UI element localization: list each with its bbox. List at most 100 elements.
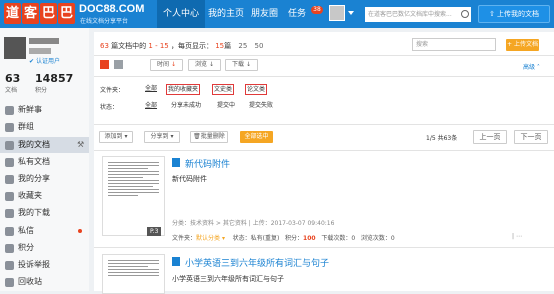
document-title-link[interactable]: 小学英语三到六年级所有词汇与句子 <box>185 256 329 269</box>
coin-icon <box>5 244 14 253</box>
word-doc-icon <box>172 158 180 167</box>
trash-icon <box>5 278 14 287</box>
arrow-down-icon: ↓ <box>169 61 176 68</box>
divider <box>94 150 554 151</box>
nav-friends[interactable]: 朋友圈 <box>245 0 284 28</box>
wrench-icon[interactable]: ⚒ <box>77 137 84 153</box>
select-all-button[interactable]: 全部选中 <box>240 131 273 143</box>
document-category-upload: 分类：技术资料 > 其它资料 | 上传：2017-03-07 09:40:16 <box>172 220 335 227</box>
nav-personal-center[interactable]: 个人中心 <box>157 0 206 28</box>
user-avatar[interactable] <box>4 37 26 59</box>
status-filter-submitting[interactable]: 提交中 <box>216 101 236 112</box>
nav-my-homepage[interactable]: 我的主页 <box>202 0 250 28</box>
sidebar-item-favorites[interactable]: 收藏夹 <box>0 188 89 204</box>
divider <box>94 55 554 56</box>
stat-docs-count[interactable]: 63 <box>5 72 20 85</box>
chevron-down-icon[interactable] <box>348 11 354 15</box>
status-filter-label: 状态： <box>100 104 119 111</box>
per-page-25[interactable]: 25 <box>238 42 247 50</box>
next-page-button[interactable]: 下一页 <box>514 130 548 144</box>
unread-dot <box>78 229 82 233</box>
stat-points-label: 积分 <box>35 87 48 94</box>
stat-points-count[interactable]: 14857 <box>35 72 73 85</box>
star-icon <box>5 192 14 201</box>
sidebar-item-report[interactable]: 投诉举报 <box>0 257 89 273</box>
document-description: 小学英语三到六年级所有词汇与句子 <box>172 275 284 283</box>
search-icon[interactable] <box>461 10 469 18</box>
verified-user-badge[interactable]: ✔ 认证用户 <box>29 56 60 65</box>
task-count-badge: 38 <box>311 6 323 14</box>
user-info-redacted <box>29 48 51 54</box>
feed-icon <box>5 106 14 115</box>
sidebar-item-news[interactable]: 新鲜事 <box>0 102 89 118</box>
verified-icon: ✔ <box>29 58 36 65</box>
per-page-selected[interactable]: 15 <box>215 42 224 50</box>
document-title-link[interactable]: 新代码附件 <box>185 157 230 170</box>
upload-icon: ⇧ <box>488 10 498 18</box>
mail-icon <box>5 227 14 236</box>
sidebar-item-recycle-bin[interactable]: 回收站 <box>0 274 89 290</box>
folder-filter-literature[interactable]: 文史类 <box>212 84 235 95</box>
chevron-down-icon[interactable]: ▾ <box>220 235 225 242</box>
logo-char: 巴 <box>58 3 75 24</box>
per-page-50[interactable]: 50 <box>255 42 264 50</box>
upload-document-button[interactable]: ⇧ 上传我的文档 <box>478 5 550 23</box>
site-logo[interactable]: 道 客 巴 巴 <box>4 3 75 24</box>
folder-filter-label: 文件夹： <box>100 87 125 94</box>
upload-doc-button[interactable]: + 上传文档 <box>506 39 539 51</box>
sidebar-item-my-shares[interactable]: 我的分享 <box>0 171 89 187</box>
sort-download-button[interactable]: 下载 ↓ <box>225 59 258 71</box>
private-doc-icon <box>5 158 14 167</box>
user-name-redacted <box>29 38 59 44</box>
list-view-icon[interactable] <box>100 60 109 69</box>
top-navigation-bar: 道 客 巴 巴 DOC88.COM 在线文档分享平台 个人中心 我的主页 朋友圈… <box>0 0 554 28</box>
more-icon[interactable]: ⋯ <box>516 233 522 240</box>
pagination-summary: 63 篇文档中的 1 - 15 ，每页显示： 15篇 25 50 <box>100 42 264 50</box>
sidebar-item-downloads[interactable]: 我的下载 <box>0 205 89 221</box>
report-icon <box>5 261 14 270</box>
logo-char: 客 <box>22 3 39 24</box>
divider <box>94 124 554 125</box>
upload-label: 上传我的文档 <box>497 10 540 18</box>
share-to-dropdown[interactable]: 分享到 ▾ <box>144 131 180 143</box>
sort-browse-button[interactable]: 浏览 ↓ <box>188 59 221 71</box>
logo-char: 巴 <box>40 3 57 24</box>
user-avatar-small[interactable] <box>329 5 345 21</box>
sort-time-button[interactable]: 时间 ↓ <box>150 59 183 71</box>
folder-filter-favorites[interactable]: 我的收藏夹 <box>166 84 201 95</box>
divider <box>94 247 554 248</box>
main-content: 63 篇文档中的 1 - 15 ，每页显示： 15篇 25 50 搜索 + 上传… <box>94 32 554 294</box>
chevron-down-icon: ▾ <box>122 133 128 140</box>
share-icon <box>5 175 14 184</box>
nav-tasks[interactable]: 任务 <box>282 0 312 28</box>
logo-char: 道 <box>4 3 21 24</box>
grid-view-icon[interactable] <box>114 60 123 69</box>
sidebar-item-points[interactable]: 积分 <box>0 240 89 256</box>
doc-search-input[interactable]: 搜索 <box>412 38 496 51</box>
page-info: 1/5 共63条 <box>426 135 458 142</box>
document-meta-row: 文件夹：默认分类 ▾ 状态：私有(重复) 积分：100 下载次数：0 浏览次数：… <box>172 235 395 242</box>
trash-icon: 🗑 <box>193 133 201 140</box>
sidebar-item-messages[interactable]: 私信 <box>0 223 89 239</box>
status-filter-all[interactable]: 全部 <box>144 101 158 112</box>
document-thumbnail[interactable] <box>102 156 165 236</box>
document-folder-link[interactable]: 默认分类 <box>196 235 220 242</box>
document-description: 新代码附件 <box>172 175 207 183</box>
prev-page-button[interactable]: 上一页 <box>473 130 507 144</box>
folder-filter-all[interactable]: 全部 <box>144 84 158 95</box>
stat-docs-label: 文档 <box>5 87 18 94</box>
sidebar-item-my-docs[interactable]: 我的文档 ⚒ <box>0 137 89 153</box>
global-search-input[interactable]: 在道客巴巴数亿文档库中搜索... <box>365 7 471 22</box>
chevron-down-icon: ▾ <box>168 133 174 140</box>
sidebar-item-private-docs[interactable]: 私有文档 <box>0 154 89 170</box>
sidebar-item-groups[interactable]: 群组 <box>0 119 89 135</box>
batch-delete-button[interactable]: 🗑批量删除 <box>190 131 228 143</box>
advanced-filter-link[interactable]: 高级 ˄ <box>523 62 540 71</box>
folder-filter-papers[interactable]: 论文类 <box>245 84 268 95</box>
document-thumbnail[interactable] <box>102 254 165 294</box>
status-filter-submit-failed[interactable]: 提交失败 <box>248 101 274 112</box>
logo-tagline: 在线文档分享平台 <box>80 18 129 25</box>
row-actions[interactable]: | ⋯ <box>512 233 522 240</box>
add-to-dropdown[interactable]: 添加到 ▾ <box>99 131 133 143</box>
status-filter-share-failed[interactable]: 分享未成功 <box>170 101 202 112</box>
